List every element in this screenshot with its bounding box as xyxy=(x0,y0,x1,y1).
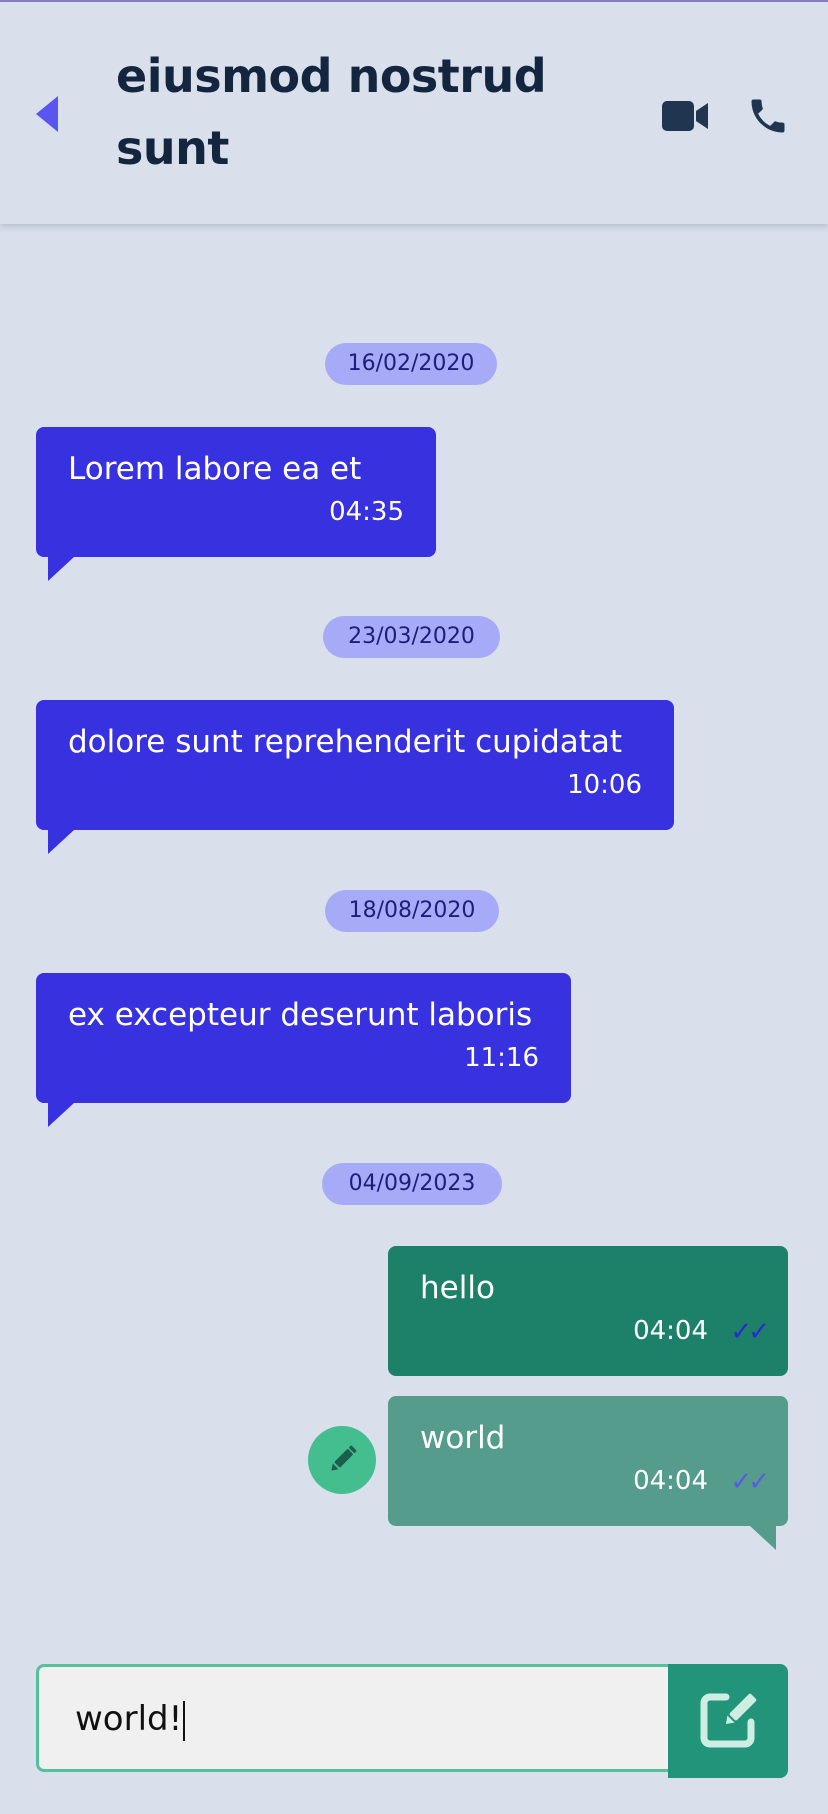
message-time: 11:16 xyxy=(464,1043,539,1073)
message-input-value: world! xyxy=(75,1699,183,1739)
edit-icon xyxy=(700,1693,757,1748)
video-camera-icon xyxy=(662,101,708,131)
outgoing-message[interactable]: hello 04:04 ✓✓ xyxy=(388,1246,788,1376)
message-time: 04:35 xyxy=(329,497,404,527)
back-button[interactable] xyxy=(30,90,66,138)
text-caret xyxy=(183,1700,186,1741)
message-time: 10:06 xyxy=(567,770,642,800)
message-text: hello xyxy=(420,1270,495,1306)
phone-icon xyxy=(751,99,785,133)
pencil-icon xyxy=(331,1445,357,1471)
back-arrow-icon xyxy=(36,96,58,132)
message-input[interactable]: world! xyxy=(36,1664,672,1772)
message-text: world xyxy=(420,1420,506,1456)
date-separator: 18/08/2020 xyxy=(325,890,499,932)
edit-message-button[interactable] xyxy=(308,1426,376,1494)
bubble-tail xyxy=(48,830,74,854)
submit-edit-button[interactable] xyxy=(668,1664,788,1778)
video-call-button[interactable] xyxy=(660,98,710,134)
bubble-tail xyxy=(48,557,74,581)
chat-title: eiusmod nostrud sunt xyxy=(116,49,547,175)
incoming-message[interactable]: dolore sunt reprehenderit cupidatat 10:0… xyxy=(36,700,674,854)
message-text: Lorem labore ea et xyxy=(68,451,362,487)
bubble-tail xyxy=(48,1103,74,1127)
incoming-message[interactable]: Lorem labore ea et 04:35 xyxy=(36,427,436,581)
message-time: 04:04 xyxy=(633,1316,708,1346)
read-receipt-icon: ✓✓ xyxy=(730,1317,770,1347)
incoming-message[interactable]: ex excepteur deserunt laboris 11:16 xyxy=(36,973,571,1127)
message-time: 04:04 xyxy=(633,1466,708,1496)
voice-call-button[interactable] xyxy=(746,94,790,138)
read-receipt-icon: ✓✓ xyxy=(730,1467,770,1497)
outgoing-message-editing[interactable]: world 04:04 ✓✓ xyxy=(388,1396,788,1550)
date-separator: 23/03/2020 xyxy=(323,616,500,658)
bubble-tail xyxy=(750,1526,776,1550)
message-text: dolore sunt reprehenderit cupidatat xyxy=(68,724,623,760)
message-text: ex excepteur deserunt laboris xyxy=(68,997,533,1033)
chat-header: eiusmod nostrud sunt xyxy=(0,2,828,224)
date-separator: 16/02/2020 xyxy=(325,343,497,385)
date-separator: 04/09/2023 xyxy=(322,1163,502,1205)
